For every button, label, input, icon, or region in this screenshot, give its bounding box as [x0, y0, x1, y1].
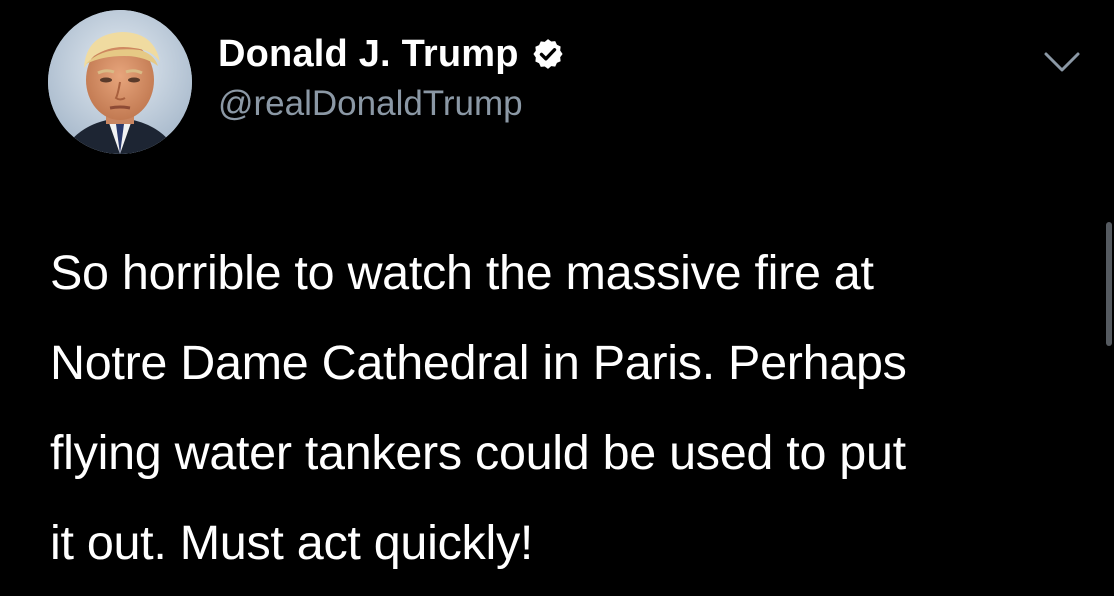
tweet-text: So horrible to watch the massive fire at…: [50, 228, 1090, 588]
verified-badge-icon: [531, 37, 565, 71]
tweet-text-line: So horrible to watch the massive fire at: [50, 246, 874, 300]
tweet-text-line: it out. Must act quickly!: [50, 516, 534, 570]
author-name-row[interactable]: Donald J. Trump: [218, 30, 565, 78]
avatar[interactable]: [48, 10, 192, 154]
tweet-text-line: flying water tankers could be used to pu…: [50, 426, 906, 480]
avatar-photo: [48, 10, 192, 154]
tweet-card: Donald J. Trump @realDonaldTrump So horr…: [0, 0, 1114, 596]
user-handle[interactable]: @realDonaldTrump: [218, 84, 523, 124]
display-name[interactable]: Donald J. Trump: [218, 33, 519, 76]
tweet-text-line: Notre Dame Cathedral in Paris. Perhaps: [50, 336, 907, 390]
chevron-down-icon[interactable]: [1042, 46, 1082, 76]
scrollbar[interactable]: [1106, 222, 1112, 346]
